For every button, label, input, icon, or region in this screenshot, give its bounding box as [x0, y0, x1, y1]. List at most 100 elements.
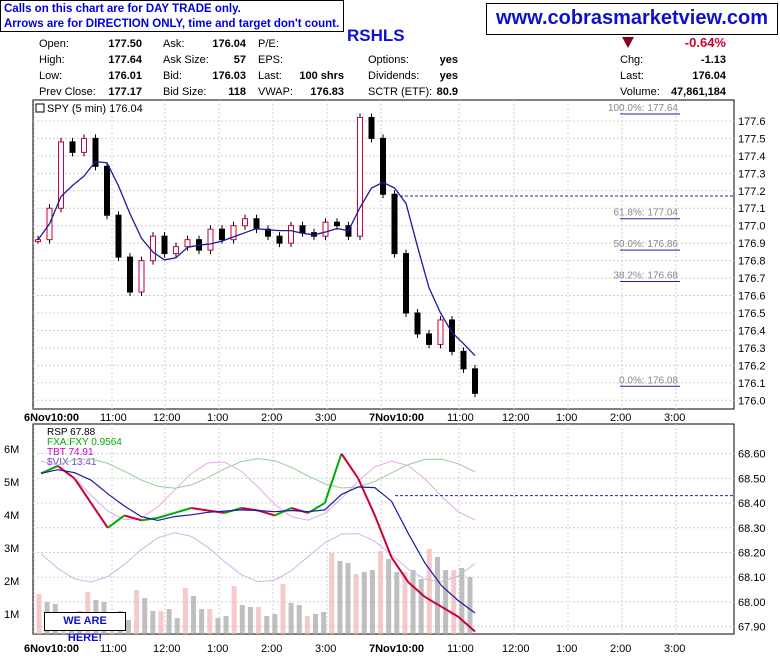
indicator-x-tick-label: 7Nov10:00 [369, 643, 424, 655]
candle-body [449, 319, 455, 352]
fib-label: 100.0%: 177.64 [608, 103, 678, 114]
candle-body [334, 221, 340, 227]
price-x-tick-label: 12:00 [153, 412, 181, 424]
volume-bar [256, 607, 262, 634]
volume-bar [247, 607, 253, 634]
volume-bar [345, 563, 351, 634]
candle-body [127, 256, 133, 293]
volume-bar [166, 609, 172, 634]
candle-body [115, 214, 122, 258]
fib-label: 61.8%: 177.04 [614, 208, 679, 219]
candle-body [368, 116, 375, 139]
candle-body [426, 333, 432, 345]
site-url-banner[interactable]: www.cobrasmarketview.com [486, 3, 778, 35]
indicator-y-tick-label: 67.90 [738, 622, 766, 634]
volume-tick-label: 3M [4, 543, 19, 555]
price-y-tick-label: 177.6 [738, 116, 766, 128]
volume-bar [361, 572, 367, 634]
candle-body [173, 246, 179, 255]
volume-bar [182, 588, 188, 634]
indicator-x-tick-label: 2:00 [261, 643, 282, 655]
volume-bar [321, 612, 327, 634]
indicator-x-tick-label: 1:00 [556, 643, 577, 655]
price-x-tick-label: 1:00 [207, 412, 228, 424]
volume-bar [378, 551, 384, 634]
volume-tick-label: 1M [4, 609, 19, 621]
indicator-x-tick-label: 12:00 [153, 643, 181, 655]
indicator-x-tick-label: 12:00 [502, 643, 530, 655]
candle-body [380, 137, 386, 195]
disclaimer-line-1: Calls on this chart are for DAY TRADE on… [4, 3, 241, 15]
price-x-tick-label: 3:00 [315, 412, 336, 424]
indicator-x-tick-label: 11:00 [100, 643, 127, 655]
volume-bar [223, 616, 229, 634]
fib-label: 0.0%: 176.08 [619, 375, 678, 386]
price-panel: 6Nov10:00 11:00 12:00 1:00 2:00 3:00 7Nov10:00… [24, 99, 766, 424]
price-y-tick-label: 176.3 [738, 343, 766, 355]
indicator-y-tick-label: 68.20 [738, 547, 766, 559]
volume-tick-label: 4M [4, 510, 19, 522]
candle-body [104, 165, 110, 216]
candle-body [219, 228, 225, 241]
candle-body [161, 235, 168, 255]
indicator-x-tick-label: 1:00 [207, 643, 228, 655]
price-x-tick-label: 2:00 [610, 412, 631, 424]
indicator-x-tick-label: 3:00 [664, 643, 685, 655]
candle-body [184, 239, 191, 248]
volume-bar [36, 594, 42, 634]
disclaimer-notice: Calls on this chart are for DAY TRADE on… [0, 0, 344, 32]
price-y-tick-label: 177.5 [738, 133, 766, 145]
candle-body [403, 253, 409, 314]
volume-bar [288, 603, 294, 634]
volume-bar [207, 609, 213, 634]
indicator-x-tick-label: 11:00 [447, 643, 474, 655]
volume-bar [280, 584, 286, 634]
volume-bar [434, 557, 440, 634]
fib-label: 38.2%: 176.68 [614, 271, 679, 282]
candle-body [276, 235, 283, 244]
candle-body [288, 225, 294, 244]
volume-bar [410, 570, 416, 634]
volume-bar [199, 609, 205, 634]
we-are-here-label: WE ARE HERE! [44, 612, 126, 644]
volume-bar [312, 614, 318, 634]
price-x-tick-label: 3:00 [664, 412, 685, 424]
candle-body [35, 239, 41, 243]
indicator-x-tick-label: 3:00 [315, 643, 336, 655]
candle-body [81, 137, 87, 153]
candle-body [69, 141, 76, 153]
volume-bar [264, 616, 270, 634]
volume-bar [215, 618, 221, 634]
volume-bar [451, 570, 457, 634]
price-x-tick-label: 12:00 [502, 412, 530, 424]
candle-body [414, 312, 421, 335]
candle-body [242, 218, 248, 227]
candle-body [253, 218, 260, 230]
price-y-tick-label: 176.8 [738, 256, 766, 268]
price-y-tick-label: 176.9 [738, 238, 766, 250]
indicator-y-tick-label: 68.40 [738, 498, 766, 510]
candle-body [391, 193, 398, 255]
volume-tick-label: 2M [4, 576, 19, 588]
volume-bar [191, 596, 197, 634]
indicator-x-tick-label: 2:00 [610, 643, 631, 655]
price-y-tick-label: 176.1 [738, 378, 766, 390]
volume-bar [353, 574, 359, 634]
indicator-y-tick-label: 68.60 [738, 449, 766, 461]
price-y-tick-label: 176.7 [738, 273, 766, 285]
price-y-tick-label: 176.2 [738, 360, 766, 372]
price-x-tick-label: 1:00 [556, 412, 577, 424]
price-legend: SPY (5 min) 176.04 [47, 103, 143, 115]
candle-body [460, 350, 467, 370]
indicator-y-tick-label: 68.30 [738, 523, 766, 535]
indicator-y-tick-label: 68.00 [738, 597, 766, 609]
candle-body [437, 319, 444, 345]
volume-bar [329, 553, 335, 634]
chart-icon [35, 103, 45, 113]
price-y-tick-label: 177.4 [738, 151, 766, 163]
volume-bar [459, 568, 465, 634]
volume-bar [272, 614, 278, 634]
disclaimer-line-2: Arrows are for DIRECTION ONLY, time and … [4, 18, 340, 30]
price-y-tick-label: 177.0 [738, 221, 766, 233]
price-x-tick-label: 11:00 [100, 412, 127, 424]
